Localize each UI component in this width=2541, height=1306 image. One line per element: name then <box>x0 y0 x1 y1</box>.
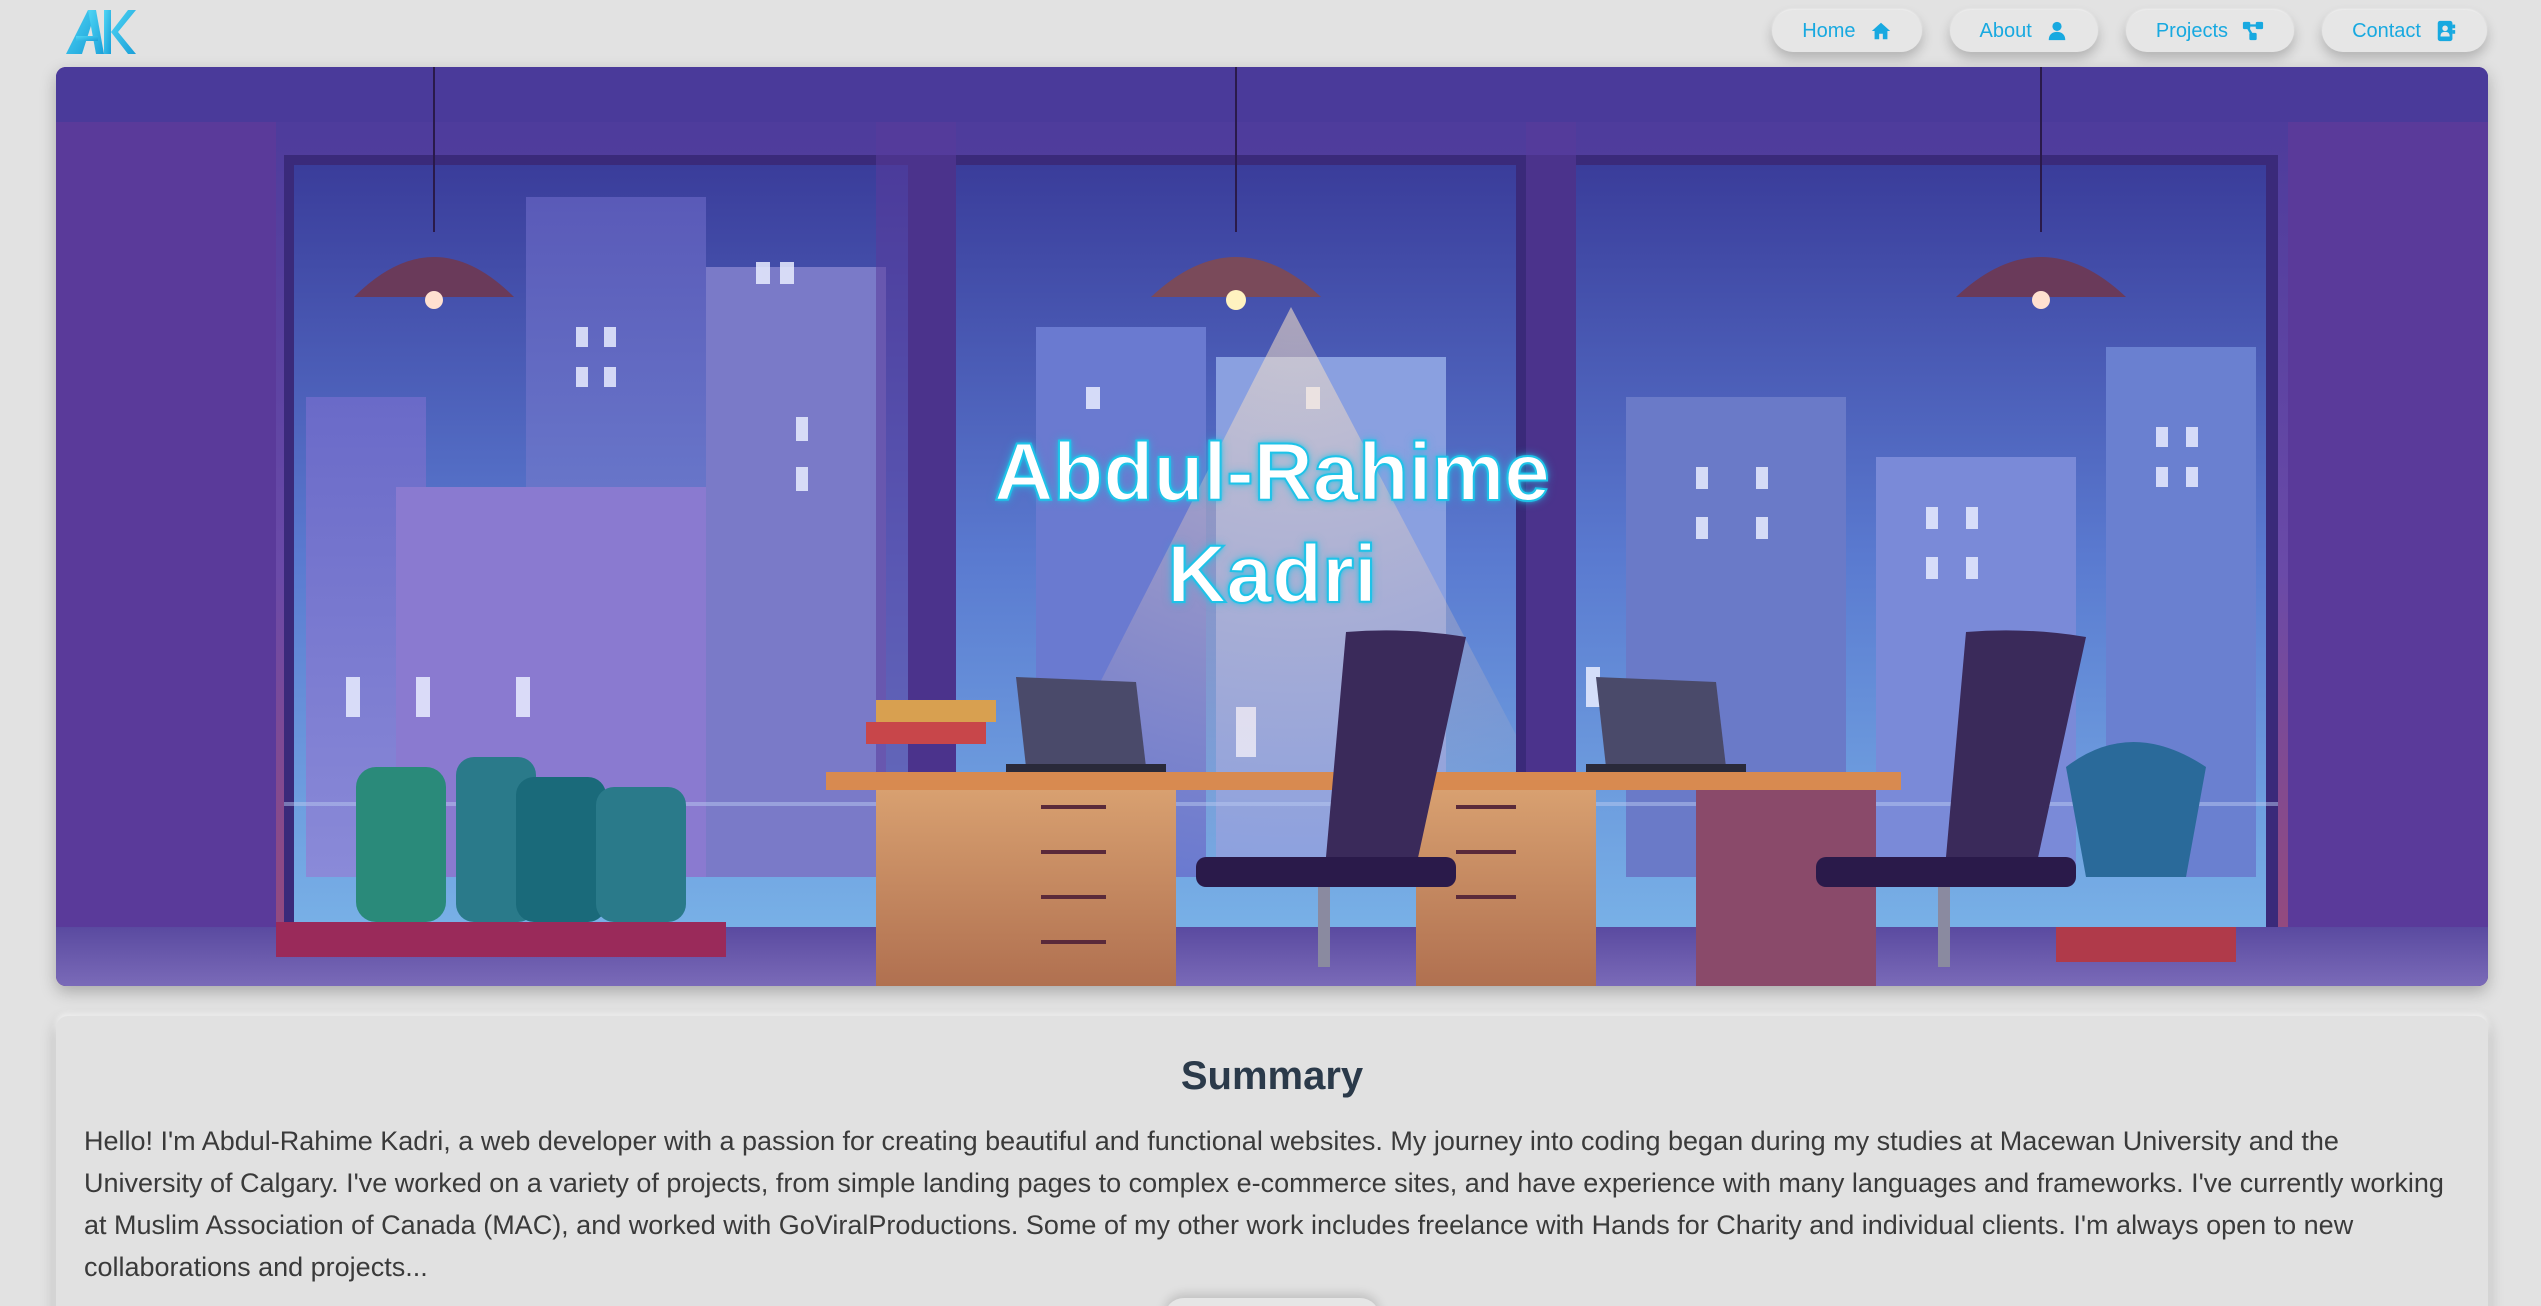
nav-contact-label: Contact <box>2352 19 2421 42</box>
nav-home-label: Home <box>1802 19 1856 42</box>
home-icon <box>1871 22 1890 40</box>
nav-projects-label: Projects <box>2155 19 2229 42</box>
nav-contact-button[interactable]: Contact <box>2322 10 2487 52</box>
summary-title: Summary <box>1180 1054 1364 1098</box>
share-nodes-icon <box>2242 21 2264 41</box>
hero-name: Abdul-Rahime Kadri <box>56 422 2488 626</box>
nav-about-button[interactable]: About <box>1949 10 2098 52</box>
ak-logo[interactable] <box>64 8 136 56</box>
summary-section: Summary Hello! I'm Abdul-Rahime Kadri, a… <box>56 1016 2488 1306</box>
nav-home-button[interactable]: Home <box>1772 10 1922 52</box>
hero-name-line1: Abdul-Rahime <box>993 426 1551 519</box>
main-nav: Home About Projects Contact <box>1772 10 2487 52</box>
page: Home About Projects Contact Abdul-Rahime… <box>0 0 2541 1306</box>
nav-projects-button[interactable]: Projects <box>2125 10 2295 52</box>
nav-about-label: About <box>1979 19 2032 42</box>
summary-text: Hello! I'm Abdul-Rahime Kadri, a web dev… <box>84 1126 2444 1282</box>
user-icon <box>2048 21 2066 41</box>
hero-name-line2: Kadri <box>1166 528 1378 621</box>
hero-banner: Abdul-Rahime Kadri <box>56 67 2488 986</box>
summary-more-button[interactable] <box>1164 1298 1380 1306</box>
contact-book-icon <box>2437 20 2456 42</box>
